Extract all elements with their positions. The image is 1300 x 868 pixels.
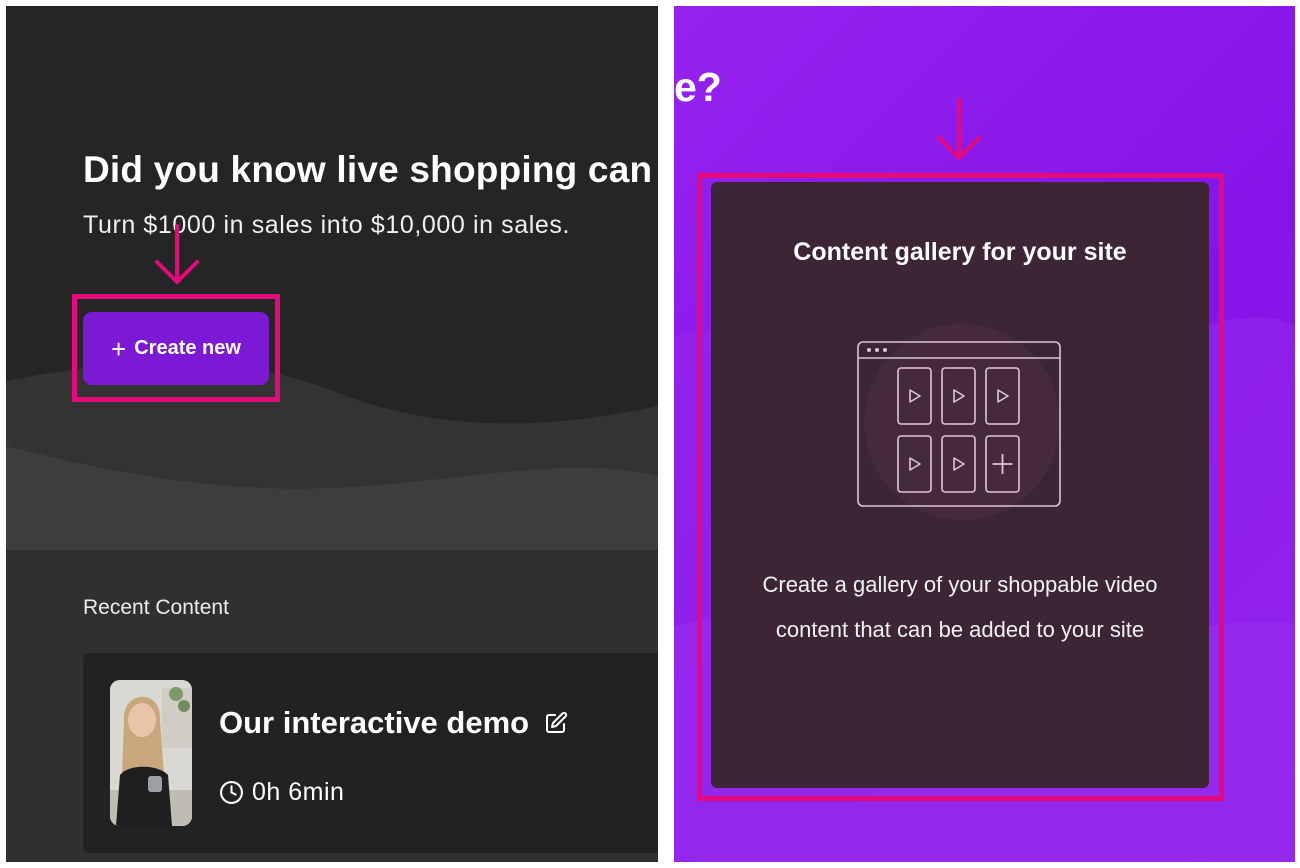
gallery-card-description: Create a gallery of your shoppable video… xyxy=(762,572,1158,642)
create-new-label: Create new xyxy=(134,337,241,359)
page-headline: Did you know live shopping can d xyxy=(83,149,658,190)
content-duration: 0h 6min xyxy=(252,778,345,806)
gallery-card-title: Content gallery for your site xyxy=(793,238,1127,266)
content-title: Our interactive demo xyxy=(219,705,530,740)
content-card[interactable]: Our interactive demo 0h 6min xyxy=(83,653,658,853)
right-screenshot-panel: e? Content gallery for your site Create … xyxy=(674,6,1295,862)
edit-icon[interactable] xyxy=(544,711,568,735)
plus-icon: + xyxy=(111,333,127,364)
thumbnail-image xyxy=(110,680,192,826)
create-new-button[interactable]: + Create new xyxy=(83,312,269,385)
content-gallery-card[interactable]: Content gallery for your site Create a g… xyxy=(711,182,1209,788)
left-screenshot-panel: Did you know live shopping can d Turn $1… xyxy=(6,6,658,862)
gallery-browser-icon xyxy=(857,324,1061,520)
arrow-down-icon xyxy=(155,224,199,284)
background-waves xyxy=(6,362,658,551)
arrow-down-icon xyxy=(937,98,981,160)
partial-heading: e? xyxy=(674,64,722,110)
video-thumbnail[interactable] xyxy=(110,680,192,826)
recent-content-heading: Recent Content xyxy=(83,596,229,619)
clock-icon xyxy=(220,781,243,804)
